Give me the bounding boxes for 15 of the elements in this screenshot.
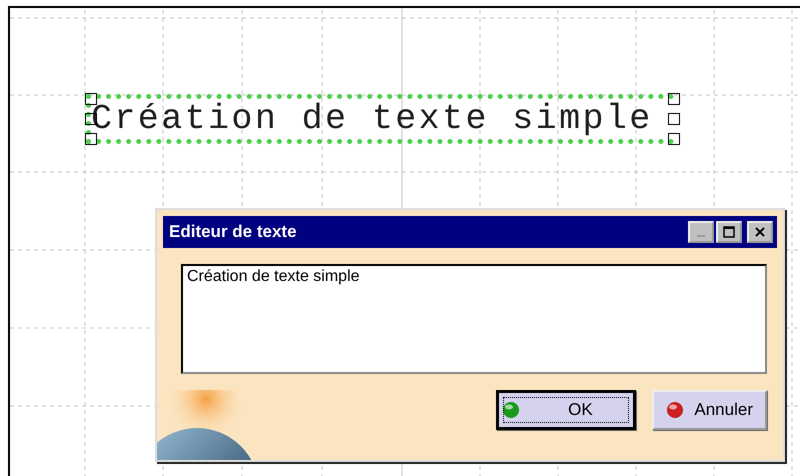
selection-handle[interactable] xyxy=(668,133,680,145)
maximize-icon xyxy=(723,226,735,238)
close-icon xyxy=(754,226,766,238)
cancel-ball-icon xyxy=(666,401,684,419)
close-button[interactable] xyxy=(747,221,773,243)
window-title: Editeur de texte xyxy=(169,222,297,242)
cancel-button[interactable]: Annuler xyxy=(652,390,767,430)
ok-ball-icon xyxy=(502,401,520,419)
selection-handle[interactable] xyxy=(85,133,97,145)
minimize-icon xyxy=(697,235,705,237)
selection-handle[interactable] xyxy=(668,113,680,125)
maximize-button[interactable] xyxy=(716,221,742,243)
selection-handle[interactable] xyxy=(668,93,680,105)
ok-button[interactable]: OK xyxy=(496,390,636,430)
text-input-field[interactable]: Création de texte simple xyxy=(181,264,767,374)
